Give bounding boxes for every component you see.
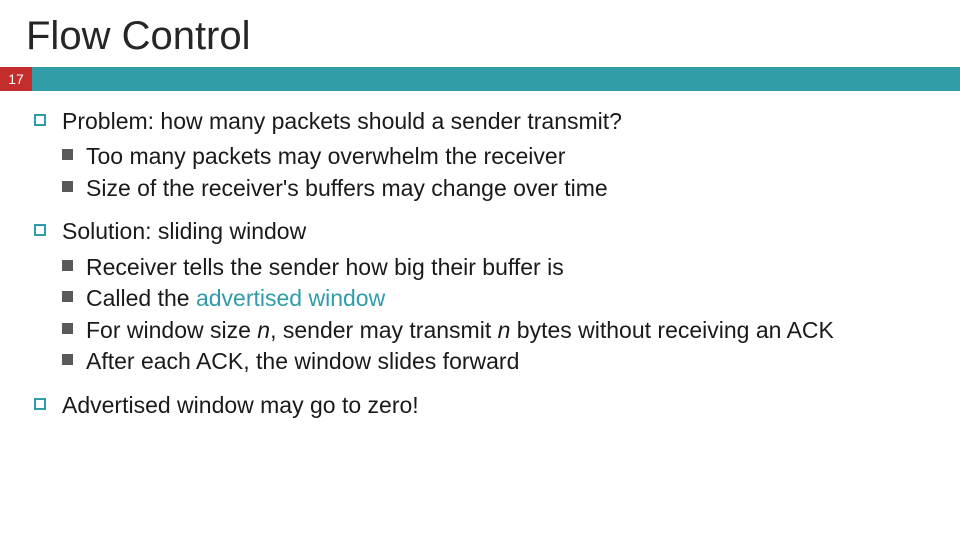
sub-bullet-group: Too many packets may overwhelm the recei… (34, 142, 926, 203)
bullet-text: bytes without receiving an ACK (510, 317, 833, 343)
bullet-text: Too many packets may overwhelm the recei… (86, 143, 565, 169)
square-solid-icon (62, 149, 73, 160)
bullet-text: Advertised window may go to zero! (62, 392, 419, 418)
bullet-level2: Too many packets may overwhelm the recei… (62, 142, 926, 171)
square-outline-icon (34, 224, 46, 236)
sub-bullet-group: Receiver tells the sender how big their … (34, 253, 926, 377)
bullet-text: Solution: sliding window (62, 218, 306, 244)
bullet-text: , sender may transmit (270, 317, 498, 343)
bullet-text: After each ACK, the window slides forwar… (86, 348, 519, 374)
bullet-text: Problem: how many packets should a sende… (62, 108, 622, 134)
italic-var: n (498, 317, 511, 343)
bullet-text: For window size (86, 317, 257, 343)
bullet-level2: Called the advertised window (62, 284, 926, 313)
square-solid-icon (62, 260, 73, 271)
bullet-level2: Size of the receiver's buffers may chang… (62, 174, 926, 203)
bullet-text: Called the (86, 285, 196, 311)
bullet-level2: Receiver tells the sender how big their … (62, 253, 926, 282)
bullet-level2: After each ACK, the window slides forwar… (62, 347, 926, 376)
bullet-text: Size of the receiver's buffers may chang… (86, 175, 608, 201)
highlighted-term: advertised window (196, 285, 385, 311)
bullet-level1: Advertised window may go to zero! (34, 391, 926, 420)
square-outline-icon (34, 114, 46, 126)
accent-stripe (32, 67, 960, 91)
square-solid-icon (62, 354, 73, 365)
bullet-text: Receiver tells the sender how big their … (86, 254, 564, 280)
italic-var: n (257, 317, 270, 343)
bullet-level2: For window size n, sender may transmit n… (62, 316, 926, 345)
square-outline-icon (34, 398, 46, 410)
slide-body: Problem: how many packets should a sende… (0, 91, 960, 420)
accent-bar: 17 (0, 67, 960, 91)
slide-title: Flow Control (0, 0, 960, 67)
bullet-level1: Problem: how many packets should a sende… (34, 107, 926, 136)
bullet-level1: Solution: sliding window (34, 217, 926, 246)
square-solid-icon (62, 181, 73, 192)
square-solid-icon (62, 323, 73, 334)
slide-number-badge: 17 (0, 67, 32, 91)
square-solid-icon (62, 291, 73, 302)
